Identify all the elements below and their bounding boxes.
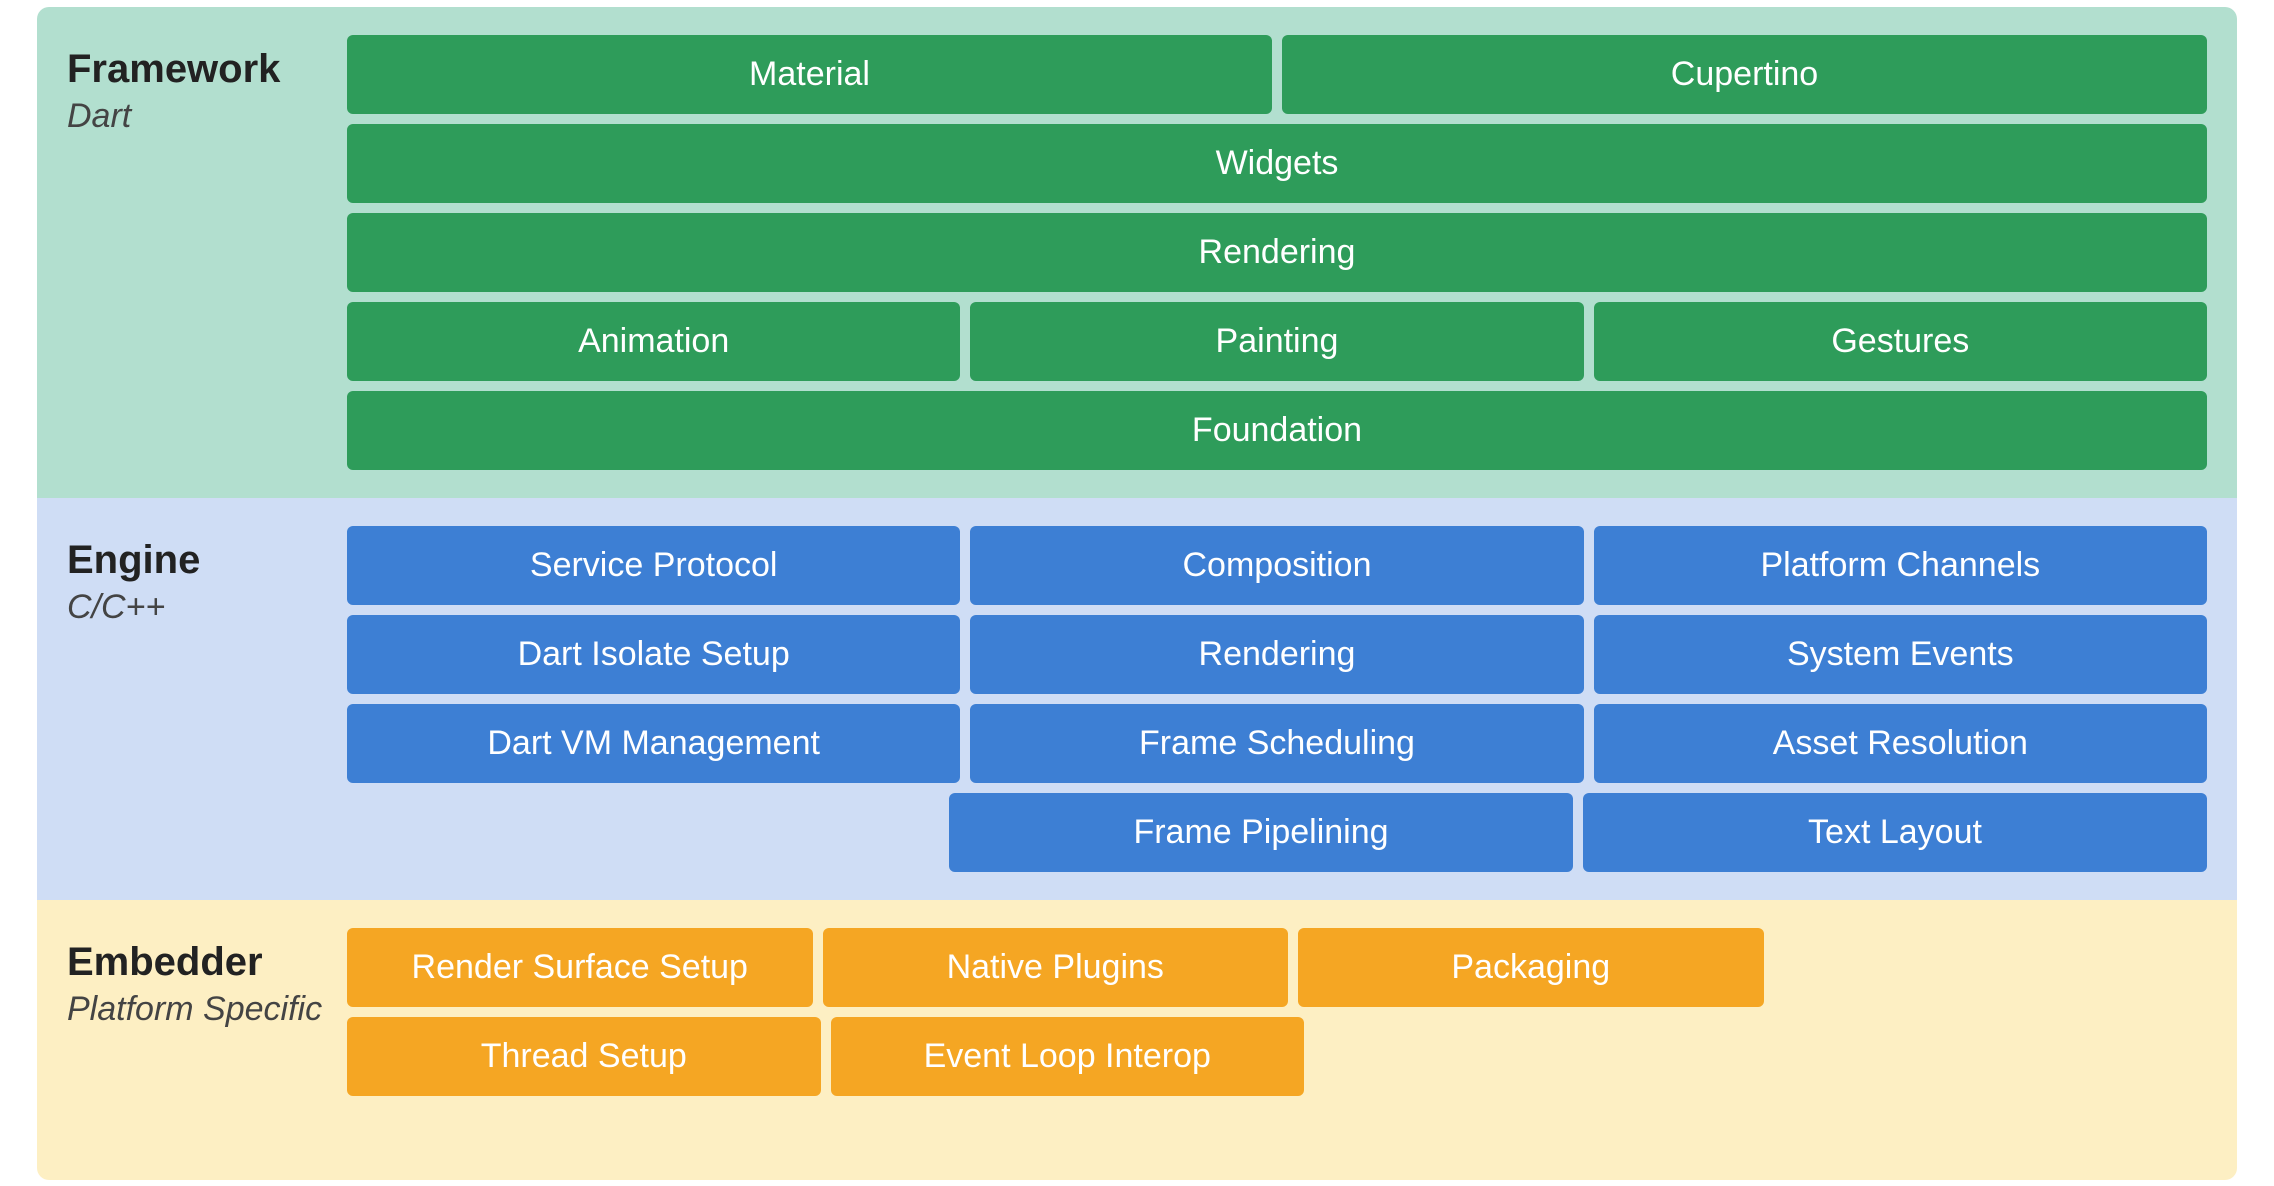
flutter-architecture-diagram: Framework Dart Material Cupertino Widget… xyxy=(37,7,2237,1180)
engine-row-2: Dart Isolate Setup Rendering System Even… xyxy=(347,615,2207,694)
engine-content: Service Protocol Composition Platform Ch… xyxy=(347,526,2207,872)
rendering-cell-fw: Rendering xyxy=(347,213,2207,292)
embedder-subtitle: Platform Specific xyxy=(67,990,327,1029)
framework-row-2: Widgets xyxy=(347,124,2207,203)
widgets-cell: Widgets xyxy=(347,124,2207,203)
engine-label: Engine C/C++ xyxy=(67,526,327,872)
embedder-title: Embedder xyxy=(67,938,327,986)
embedder-spacer-1 xyxy=(1774,928,2208,1007)
engine-title: Engine xyxy=(67,536,327,584)
thread-setup-cell: Thread Setup xyxy=(347,1017,821,1096)
embedder-content: Render Surface Setup Native Plugins Pack… xyxy=(347,928,2207,1152)
framework-subtitle: Dart xyxy=(67,97,327,136)
engine-row-1: Service Protocol Composition Platform Ch… xyxy=(347,526,2207,605)
foundation-cell: Foundation xyxy=(347,391,2207,470)
framework-title: Framework xyxy=(67,45,327,93)
gestures-cell: Gestures xyxy=(1594,302,2207,381)
framework-layer: Framework Dart Material Cupertino Widget… xyxy=(37,7,2237,498)
embedder-layer: Embedder Platform Specific Render Surfac… xyxy=(37,900,2237,1180)
cupertino-cell: Cupertino xyxy=(1282,35,2207,114)
frame-scheduling-cell: Frame Scheduling xyxy=(970,704,1583,783)
frame-pipelining-cell: Frame Pipelining xyxy=(949,793,1573,872)
dart-vm-cell: Dart VM Management xyxy=(347,704,960,783)
system-events-cell: System Events xyxy=(1594,615,2207,694)
engine-layer: Engine C/C++ Service Protocol Compositio… xyxy=(37,498,2237,900)
framework-row-4: Animation Painting Gestures xyxy=(347,302,2207,381)
framework-content: Material Cupertino Widgets Rendering Ani… xyxy=(347,35,2207,470)
painting-cell: Painting xyxy=(970,302,1583,381)
framework-label: Framework Dart xyxy=(67,35,327,470)
framework-row-5: Foundation xyxy=(347,391,2207,470)
engine-row-4: Frame Pipelining Text Layout xyxy=(347,793,2207,872)
embedder-row-2: Thread Setup Event Loop Interop xyxy=(347,1017,2207,1096)
material-cell: Material xyxy=(347,35,1272,114)
service-protocol-cell: Service Protocol xyxy=(347,526,960,605)
embedder-spacer-3 xyxy=(1766,1017,2208,1096)
event-loop-cell: Event Loop Interop xyxy=(831,1017,1305,1096)
framework-row-1: Material Cupertino xyxy=(347,35,2207,114)
engine-subtitle: C/C++ xyxy=(67,588,327,627)
dart-isolate-cell: Dart Isolate Setup xyxy=(347,615,960,694)
animation-cell: Animation xyxy=(347,302,960,381)
platform-channels-cell: Platform Channels xyxy=(1594,526,2207,605)
rendering-cell-eng: Rendering xyxy=(970,615,1583,694)
framework-row-3: Rendering xyxy=(347,213,2207,292)
text-layout-cell: Text Layout xyxy=(1583,793,2207,872)
render-surface-cell: Render Surface Setup xyxy=(347,928,813,1007)
embedder-row-1: Render Surface Setup Native Plugins Pack… xyxy=(347,928,2207,1007)
embedder-spacer-2 xyxy=(1314,1017,1756,1096)
composition-cell: Composition xyxy=(970,526,1583,605)
embedder-label: Embedder Platform Specific xyxy=(67,928,327,1152)
engine-row-3: Dart VM Management Frame Scheduling Asse… xyxy=(347,704,2207,783)
asset-resolution-cell: Asset Resolution xyxy=(1594,704,2207,783)
packaging-cell: Packaging xyxy=(1298,928,1764,1007)
native-plugins-cell: Native Plugins xyxy=(823,928,1289,1007)
